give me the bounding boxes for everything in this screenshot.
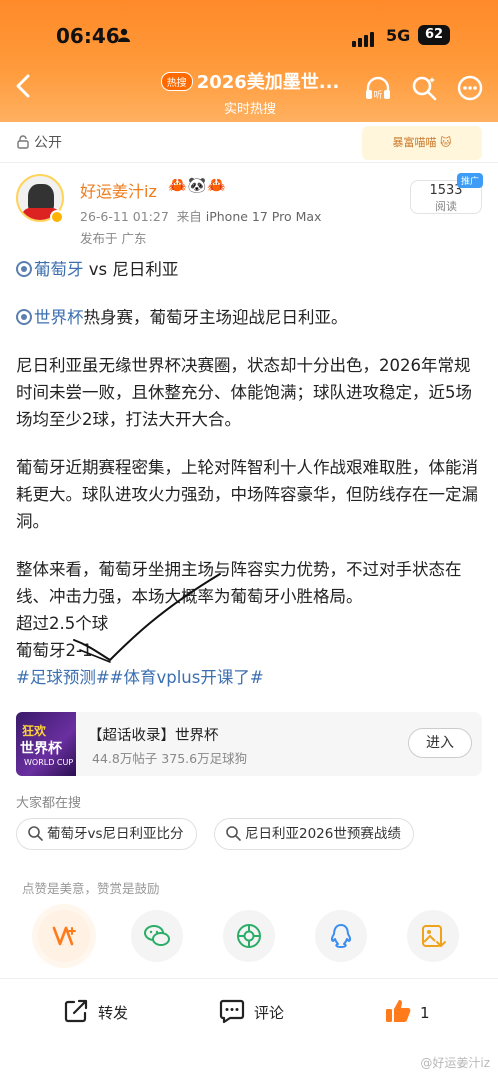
header-background: 06:46 5G 62 热搜 2026美加墨世... 实时热搜 听: [0, 0, 498, 122]
hashtag-football-prediction[interactable]: #足球预测#: [16, 668, 110, 687]
comment-label: 评论: [254, 1004, 285, 1022]
save-image-button[interactable]: [407, 910, 459, 962]
post-time: 26-6-11 01:27: [80, 209, 169, 224]
match-versus: vs 尼日利亚: [83, 260, 179, 279]
search-icon: [226, 826, 241, 841]
worldcup-thumbnail: 狂欢 世界杯 WORLD CUP: [16, 712, 76, 776]
qq-share-button[interactable]: [315, 910, 367, 962]
bottom-action-bar: 转发 评论 1: [0, 978, 498, 1044]
network-label: 5G: [386, 26, 411, 45]
author-name[interactable]: 好运姜汁iz: [80, 178, 157, 202]
super-topic-card[interactable]: 狂欢 世界杯 WORLD CUP 【超话收录】世界杯 44.8万帖子 375.6…: [16, 712, 482, 776]
qq-icon: [330, 924, 352, 948]
wechat-icon: [144, 925, 170, 946]
signal-icon: [352, 28, 376, 47]
moments-icon: [237, 924, 261, 948]
listen-headphones-icon[interactable]: 听: [364, 74, 392, 102]
save-image-icon: [422, 925, 446, 948]
battery-indicator: 62: [418, 25, 450, 45]
read-label: 阅读: [435, 200, 457, 213]
reward-button[interactable]: [38, 910, 90, 962]
likes-hint: 点赞是美意，赞赏是鼓励: [22, 881, 160, 896]
hashtag-sports-vplus[interactable]: #体育vplus开课了#: [110, 668, 264, 687]
lock-icon: [17, 135, 29, 149]
repost-icon: [64, 999, 88, 1023]
visibility-label: 公开: [16, 132, 62, 152]
author-emoji-badges: 🦀🐼🦀: [168, 176, 228, 194]
cat-decoration-sticker: 暴富喵喵 🐱: [362, 126, 482, 160]
share-row: [0, 910, 498, 966]
person-icon: [118, 28, 130, 42]
topic-stats: 44.8万帖子 375.6万足球狗: [92, 751, 248, 766]
back-arrow-icon[interactable]: [10, 72, 38, 100]
search-chip-2[interactable]: 尼日利亚2026世预赛战绩: [214, 818, 414, 850]
paragraph-nigeria: 尼日利亚虽无缘世界杯决赛圈，状态却十分出色，2026年常规时间未尝一败，且休整充…: [16, 356, 472, 429]
nav-title-group[interactable]: 热搜 2026美加墨世... 实时热搜: [150, 68, 350, 117]
comment-icon: [219, 999, 245, 1024]
watermark: @好运姜汁iz: [420, 1056, 490, 1070]
topic-name: 【超话收录】世界杯: [88, 728, 219, 744]
nav-bar: 热搜 2026美加墨世... 实时热搜 听: [0, 62, 498, 117]
post-meta: 26-6-11 01:27 来自 iPhone 17 Pro Max: [80, 206, 321, 225]
search-chip-text: 葡萄牙vs尼日利亚比分: [47, 826, 184, 842]
verified-badge-icon: [50, 210, 64, 224]
thumb-line1: 狂欢: [22, 724, 47, 738]
search-chip-text: 尼日利亚2026世预赛战绩: [245, 826, 401, 842]
repost-label: 转发: [98, 1004, 129, 1022]
promoted-badge: 推广: [456, 173, 483, 188]
intro-text: 热身赛，葡萄牙主场迎战尼日利亚。: [83, 308, 348, 327]
football-icon: [16, 261, 32, 277]
read-count-box: 1533 阅读 推广: [410, 173, 483, 214]
thumb-line3: WORLD CUP: [24, 758, 74, 767]
trending-searches-label: 大家都在搜: [16, 796, 82, 811]
post-location: 发布于 广东: [80, 231, 147, 246]
team-link[interactable]: 葡萄牙: [34, 260, 84, 279]
hot-badge: 热搜: [160, 71, 193, 91]
handwritten-check-mark: [73, 573, 221, 663]
comment-button[interactable]: 评论: [218, 997, 284, 1025]
repost-button[interactable]: 转发: [62, 997, 128, 1025]
visibility-text: 公开: [34, 135, 62, 151]
reward-icon: [52, 926, 76, 946]
search-icon[interactable]: [410, 74, 438, 102]
thumb-line2: 世界杯: [20, 741, 62, 757]
football-icon: [16, 309, 32, 325]
intro-line: 世界杯热身赛，葡萄牙主场迎战尼日利亚。: [16, 304, 482, 331]
search-icon: [28, 826, 43, 841]
enter-topic-button[interactable]: 进入: [408, 728, 472, 758]
post-card: 公开 暴富喵喵 🐱 好运姜汁iz 🦀🐼🦀 26-6-11 01:27 来自 iP…: [0, 122, 498, 1080]
thumbs-up-icon: [386, 1000, 411, 1022]
status-time: 06:46: [56, 24, 120, 48]
status-bar: 06:46 5G 62: [0, 22, 498, 52]
like-count: 1: [420, 1004, 430, 1022]
post-source: iPhone 17 Pro Max: [205, 209, 322, 224]
decoration-text: 暴富喵喵: [392, 136, 437, 149]
divider: [0, 162, 498, 163]
moments-share-button[interactable]: [223, 910, 275, 962]
page-title: 2026美加墨世...: [196, 72, 340, 93]
post-source-prefix: 来自: [176, 209, 202, 224]
more-options-icon[interactable]: [456, 74, 484, 102]
worldcup-link[interactable]: 世界杯: [34, 308, 84, 327]
wechat-share-button[interactable]: [131, 910, 183, 962]
search-chip-1[interactable]: 葡萄牙vs尼日利亚比分: [16, 818, 197, 850]
like-button[interactable]: 1: [384, 997, 430, 1025]
page-subtitle: 实时热搜: [223, 102, 276, 117]
listen-label: 听: [373, 90, 382, 101]
match-line: 葡萄牙 vs 尼日利亚: [16, 256, 482, 283]
paragraph-portugal: 葡萄牙近期赛程密集，上轮对阵智利十人作战艰难取胜，体能消耗更大。球队进攻火力强劲…: [16, 458, 478, 531]
